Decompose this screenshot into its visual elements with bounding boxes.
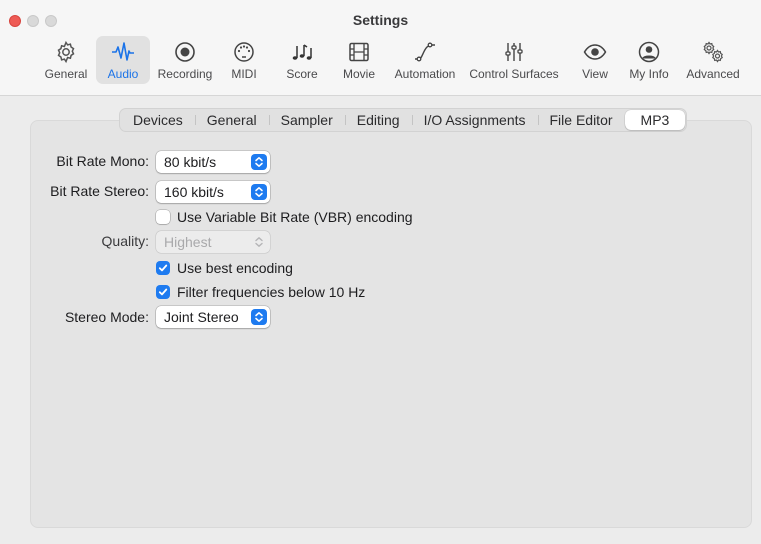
toolbar-item-score[interactable]: Score (280, 36, 324, 84)
toolbar-item-label: Audio (107, 67, 139, 81)
film-icon (345, 39, 373, 65)
automation-curve-icon (411, 39, 439, 65)
toolbar-item-label: Advanced (686, 67, 740, 81)
audio-waveform-icon (109, 39, 137, 65)
toolbar-item-label: Automation (394, 67, 456, 81)
toolbar-item-recording[interactable]: Recording (154, 36, 216, 84)
tab-io-assignments[interactable]: I/O Assignments (411, 110, 538, 130)
toolbar-item-label: Score (286, 67, 318, 81)
tab-editing[interactable]: Editing (344, 110, 412, 130)
checkmark-icon (158, 288, 168, 296)
eye-icon (581, 39, 609, 65)
settings-window: Settings General Audio Recording MIDI Sc… (0, 0, 761, 544)
quality-label: Quality: (101, 233, 149, 249)
popup-value: Joint Stereo (164, 309, 239, 325)
toolbar-item-midi[interactable]: MIDI (222, 36, 266, 84)
toolbar-item-label: General (44, 67, 88, 81)
toolbar-item-movie[interactable]: Movie (336, 36, 382, 84)
toolbar-item-control-surfaces[interactable]: Control Surfaces (465, 36, 563, 84)
bit-rate-mono-popup[interactable]: 80 kbit/s (156, 151, 270, 173)
gear-icon (52, 39, 80, 65)
toolbar-item-advanced[interactable]: Advanced (682, 36, 744, 84)
vbr-checkbox[interactable]: Use Variable Bit Rate (VBR) encoding (156, 208, 413, 226)
toolbar-item-label: View (582, 67, 608, 81)
toolbar-item-label: Control Surfaces (469, 67, 559, 81)
toolbar-item-label: MIDI (231, 67, 257, 81)
checkbox-box[interactable] (156, 285, 170, 299)
bit-rate-mono-label: Bit Rate Mono: (56, 153, 149, 169)
chevron-updown-icon (251, 184, 267, 200)
popup-value: 160 kbit/s (164, 184, 224, 200)
popup-value: Highest (164, 234, 212, 250)
toolbar-item-my-info[interactable]: My Info (624, 36, 674, 84)
music-notes-icon (288, 39, 316, 65)
chevron-updown-icon (251, 234, 267, 250)
filter-frequencies-checkbox[interactable]: Filter frequencies below 10 Hz (156, 283, 365, 301)
title-bar: Settings General Audio Recording MIDI Sc… (0, 0, 761, 96)
checkmark-icon (158, 264, 168, 272)
toolbar-item-label: My Info (629, 67, 669, 81)
vbr-checkbox-label: Use Variable Bit Rate (VBR) encoding (177, 209, 413, 225)
toolbar-item-audio[interactable]: Audio (96, 36, 150, 84)
tab-sampler[interactable]: Sampler (268, 110, 345, 130)
chevron-updown-icon (251, 309, 267, 325)
tab-general[interactable]: General (194, 110, 269, 130)
person-icon (635, 39, 663, 65)
toolbar-item-label: Movie (342, 67, 375, 81)
window-title: Settings (352, 12, 409, 28)
toolbar-item-label: Recording (157, 67, 213, 81)
chevron-updown-icon (251, 154, 267, 170)
popup-value: 80 kbit/s (164, 154, 217, 170)
best-encoding-label: Use best encoding (177, 260, 293, 276)
checkbox-box[interactable] (156, 261, 170, 275)
gears-icon (699, 39, 727, 65)
midi-port-icon (230, 39, 258, 65)
settings-toolbar: General Audio Recording MIDI Score Movie… (0, 34, 761, 90)
filter-frequencies-label: Filter frequencies below 10 Hz (177, 284, 366, 300)
checkbox-box[interactable] (156, 210, 170, 224)
faders-icon (500, 39, 528, 65)
best-encoding-checkbox[interactable]: Use best encoding (156, 259, 293, 277)
toolbar-item-automation[interactable]: Automation (392, 36, 458, 84)
audio-tab-bar: Devices General Sampler Editing I/O Assi… (119, 108, 688, 132)
tab-mp3[interactable]: MP3 (624, 110, 686, 130)
stereo-mode-popup[interactable]: Joint Stereo (156, 306, 270, 328)
toolbar-item-general[interactable]: General (40, 36, 92, 84)
tab-devices[interactable]: Devices (121, 110, 195, 130)
bit-rate-stereo-popup[interactable]: 160 kbit/s (156, 181, 270, 203)
record-icon (171, 39, 199, 65)
tab-file-editor[interactable]: File Editor (537, 110, 625, 130)
bit-rate-stereo-label: Bit Rate Stereo: (50, 183, 149, 199)
quality-popup: Highest (156, 231, 270, 253)
toolbar-item-view[interactable]: View (575, 36, 615, 84)
stereo-mode-label: Stereo Mode: (64, 309, 149, 325)
